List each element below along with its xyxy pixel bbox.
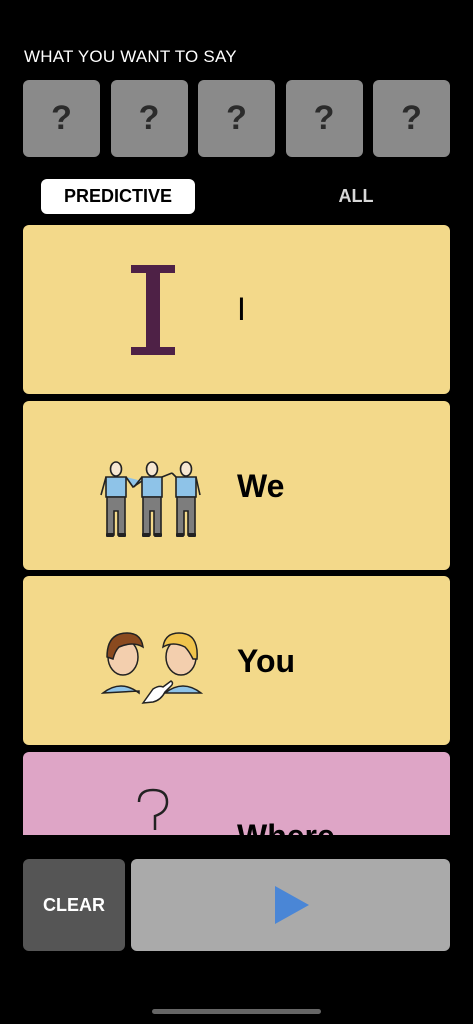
three-people-icon bbox=[100, 461, 201, 537]
word-card-i[interactable]: I bbox=[23, 225, 450, 394]
sentence-header: WHAT YOU WANT TO SAY bbox=[24, 47, 237, 66]
word-card-label: You bbox=[237, 643, 296, 679]
word-card-we[interactable]: We bbox=[23, 401, 450, 570]
sentence-slot-1[interactable]: ? bbox=[23, 80, 100, 157]
tab-all[interactable]: ALL bbox=[306, 179, 406, 214]
sentence-slot-5[interactable]: ? bbox=[373, 80, 450, 157]
sentence-slot-3[interactable]: ? bbox=[198, 80, 275, 157]
word-card-where[interactable]: Where bbox=[23, 752, 450, 835]
word-card-list: I We You bbox=[23, 225, 450, 835]
two-people-talking-icon bbox=[101, 632, 203, 704]
bottom-bar: CLEAR bbox=[23, 859, 450, 951]
mode-tabs: PREDICTIVE ALL bbox=[41, 179, 431, 214]
sentence-slots: ? ? ? ? ? bbox=[23, 80, 450, 157]
word-card-you[interactable]: You bbox=[23, 576, 450, 745]
home-indicator[interactable] bbox=[152, 1009, 321, 1014]
clear-button[interactable]: CLEAR bbox=[23, 859, 125, 951]
speak-button[interactable] bbox=[131, 859, 450, 951]
question-mark-icon bbox=[137, 788, 169, 830]
tab-predictive[interactable]: PREDICTIVE bbox=[41, 179, 195, 214]
word-card-label: I bbox=[237, 291, 246, 327]
sentence-slot-2[interactable]: ? bbox=[110, 80, 188, 157]
word-card-label: Where bbox=[237, 818, 335, 835]
sentence-slot-4[interactable]: ? bbox=[285, 80, 363, 157]
letter-i-icon bbox=[131, 265, 175, 355]
play-icon bbox=[275, 886, 309, 924]
word-card-label: We bbox=[237, 468, 285, 504]
